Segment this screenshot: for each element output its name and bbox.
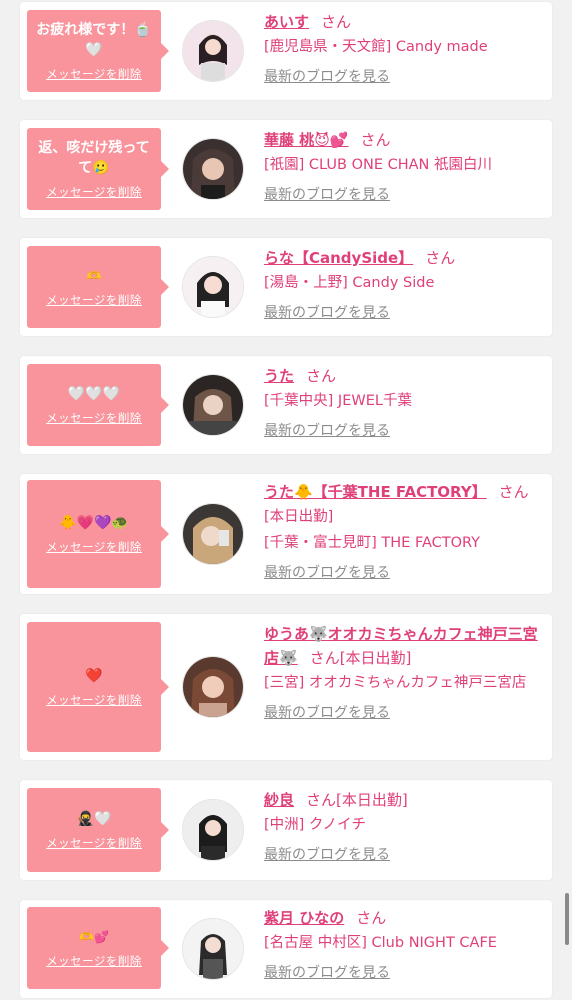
message-text: 🫶💕 [79,930,109,944]
message-card: 🫶💕 メッセージを削除 紫月 ひなの さん [名古屋 中村区] Club NIGH… [20,900,552,998]
avatar[interactable] [182,799,244,861]
delete-message-link[interactable]: メッセージを削除 [46,539,142,555]
delete-message-link[interactable]: メッセージを削除 [46,184,142,200]
message-text: 🐥💗💜🐢 [59,515,129,531]
message-card: 🐥💗💜🐢 メッセージを削除 うた🐥【千葉THE FACTORY】 さん [本日出勤… [20,474,552,594]
latest-blog-link[interactable]: 最新のブログを見る [264,302,390,322]
shop-text: [鹿児島県・天文館] Candy made [264,39,488,55]
delete-message-link[interactable]: メッセージを削除 [46,835,142,851]
message-text: お疲れ様です！🍵🤍 [36,22,152,58]
latest-blog-link[interactable]: 最新のブログを見る [264,844,390,864]
avatar[interactable] [182,503,244,565]
scrollbar[interactable] [565,893,569,945]
message-bubble: 🤍🤍🤍 メッセージを削除 [27,364,169,446]
message-bubble: 返、咳だけ残ってて🥲 メッセージを削除 [27,128,169,210]
latest-blog-link[interactable]: 最新のブログを見る [264,420,390,440]
message-text: 返、咳だけ残ってて🥲 [38,140,150,176]
work-status-text: [本日出勤] [339,649,412,667]
cast-name-link[interactable]: 紗良 [264,791,294,809]
shop-text: [祇園] CLUB ONE CHAN 祇園白川 [264,157,493,173]
latest-blog-link[interactable]: 最新のブログを見る [264,702,390,722]
message-bubble: ❤️ メッセージを削除 [27,622,169,752]
latest-blog-link[interactable]: 最新のブログを見る [264,184,390,204]
delete-message-link[interactable]: メッセージを削除 [46,66,142,82]
shop-text: [中洲] クノイチ [264,817,367,833]
message-bubble: お疲れ様です！🍵🤍 メッセージを削除 [27,10,169,92]
honorific: さん [309,649,340,667]
message-bubble: 🥷🤍 メッセージを削除 [27,788,169,872]
latest-blog-link[interactable]: 最新のブログを見る [264,66,390,86]
cast-name-link[interactable]: 華藤 桃😈💕 [264,131,349,149]
honorific: さん [356,909,387,927]
message-text: ❤️ [85,668,103,684]
honorific: さん [498,483,529,501]
avatar[interactable] [182,20,244,82]
message-card: お疲れ様です！🍵🤍 メッセージを削除 あいす さん [鹿児島県・天文館] Cand… [20,2,552,100]
avatar[interactable] [182,256,244,318]
avatar[interactable] [182,138,244,200]
message-card: 🤍🤍🤍 メッセージを削除 うた さん [千葉中央] JEWEL千葉 最新のブログを… [20,356,552,454]
delete-message-link[interactable]: メッセージを削除 [46,953,142,969]
shop-text: [千葉中央] JEWEL千葉 [264,393,412,409]
cast-name-link[interactable]: あいす [264,13,309,31]
honorific: さん [306,367,337,385]
cast-name-link[interactable]: 紫月 ひなの [264,909,344,927]
avatar[interactable] [182,656,244,718]
message-card: 🫶 メッセージを削除 らな【CandySide】 さん [湯島・上野] Candy… [20,238,552,336]
cast-name-link[interactable]: うた [264,367,294,385]
message-bubble: 🫶💕 メッセージを削除 [27,907,169,989]
latest-blog-link[interactable]: 最新のブログを見る [264,562,390,582]
delete-message-link[interactable]: メッセージを削除 [46,692,142,708]
avatar[interactable] [182,918,244,980]
message-text: 🫶 [86,269,102,283]
latest-blog-link[interactable]: 最新のブログを見る [264,962,390,982]
message-text: 🤍🤍🤍 [67,386,121,402]
honorific: さん [321,13,352,31]
message-bubble: 🐥💗💜🐢 メッセージを削除 [27,480,169,588]
avatar[interactable] [182,374,244,436]
shop-text: [三宮] オオカミちゃんカフェ神戸三宮店 [264,675,527,691]
work-status-text: [本日出勤] [264,509,334,525]
delete-message-link[interactable]: メッセージを削除 [46,292,142,308]
message-card: 🥷🤍 メッセージを削除 紗良 さん[本日出勤] [中洲] クノイチ 最新のブログを… [20,780,552,880]
honorific: さん [306,791,337,809]
shop-text: [湯島・上野] Candy Side [264,275,435,291]
message-card: 返、咳だけ残ってて🥲 メッセージを削除 華藤 桃😈💕 さん [祇園] CLUB O… [20,120,552,218]
message-card: ❤️ メッセージを削除 ゆうあ🐺オオカミちゃんカフェ神戸三宮店🐺 さん[本日出勤]… [20,614,552,760]
message-bubble: 🫶 メッセージを削除 [27,246,169,328]
work-status-text: [本日出勤] [336,791,408,809]
honorific: さん [425,249,456,267]
delete-message-link[interactable]: メッセージを削除 [46,410,142,426]
cast-name-link[interactable]: らな【CandySide】 [264,249,413,267]
honorific: さん [360,131,391,149]
shop-text: [千葉・富士見町] THE FACTORY [264,535,481,551]
cast-name-link[interactable]: うた🐥【千葉THE FACTORY】 [264,483,487,501]
shop-text: [名古屋 中村区] Club NIGHT CAFE [264,935,497,951]
message-text: 🥷🤍 [76,811,112,827]
